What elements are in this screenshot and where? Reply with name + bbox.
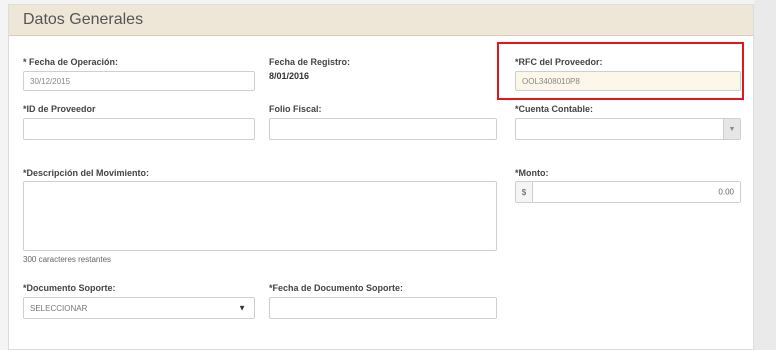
page-background-strip	[754, 0, 776, 350]
fecha-operacion-value: 30/12/2015	[30, 76, 71, 86]
chevron-down-icon[interactable]: ▼	[723, 119, 740, 139]
cuenta-contable-label: *Cuenta Contable:	[515, 104, 594, 114]
documento-soporte-label: *Documento Soporte:	[23, 283, 116, 293]
folio-fiscal-label: Folio Fiscal:	[269, 104, 322, 114]
monto-value: 0.00	[718, 187, 734, 197]
rfc-highlight-box	[497, 42, 744, 100]
documento-soporte-selected: SELECCIONAR	[30, 303, 88, 313]
monto-label: *Monto:	[515, 168, 549, 178]
folio-fiscal-input[interactable]	[269, 118, 497, 140]
fecha-registro-label: Fecha de Registro:	[269, 57, 351, 67]
fecha-documento-input[interactable]	[269, 297, 497, 319]
descripcion-label: *Descripción del Movimiento:	[23, 168, 150, 178]
panel-header: Datos Generales	[9, 5, 753, 36]
monto-input[interactable]: $ 0.00	[515, 181, 741, 203]
panel-title: Datos Generales	[23, 11, 144, 28]
fecha-documento-label: *Fecha de Documento Soporte:	[269, 283, 404, 293]
fecha-registro-value: 8/01/2016	[269, 71, 310, 81]
cuenta-contable-select[interactable]: ▼	[515, 118, 741, 140]
fecha-operacion-input[interactable]: 30/12/2015	[23, 71, 255, 91]
id-proveedor-label: *ID de Proveedor	[23, 104, 96, 114]
id-proveedor-input[interactable]	[23, 118, 255, 140]
descripcion-char-counter: 300 caracteres restantes	[23, 255, 112, 264]
fecha-operacion-label: * Fecha de Operación:	[23, 57, 119, 67]
documento-soporte-select[interactable]: SELECCIONAR ▼	[23, 297, 255, 319]
caret-down-icon: ▼	[238, 303, 246, 313]
descripcion-textarea[interactable]	[23, 181, 497, 251]
currency-addon: $	[516, 182, 533, 202]
